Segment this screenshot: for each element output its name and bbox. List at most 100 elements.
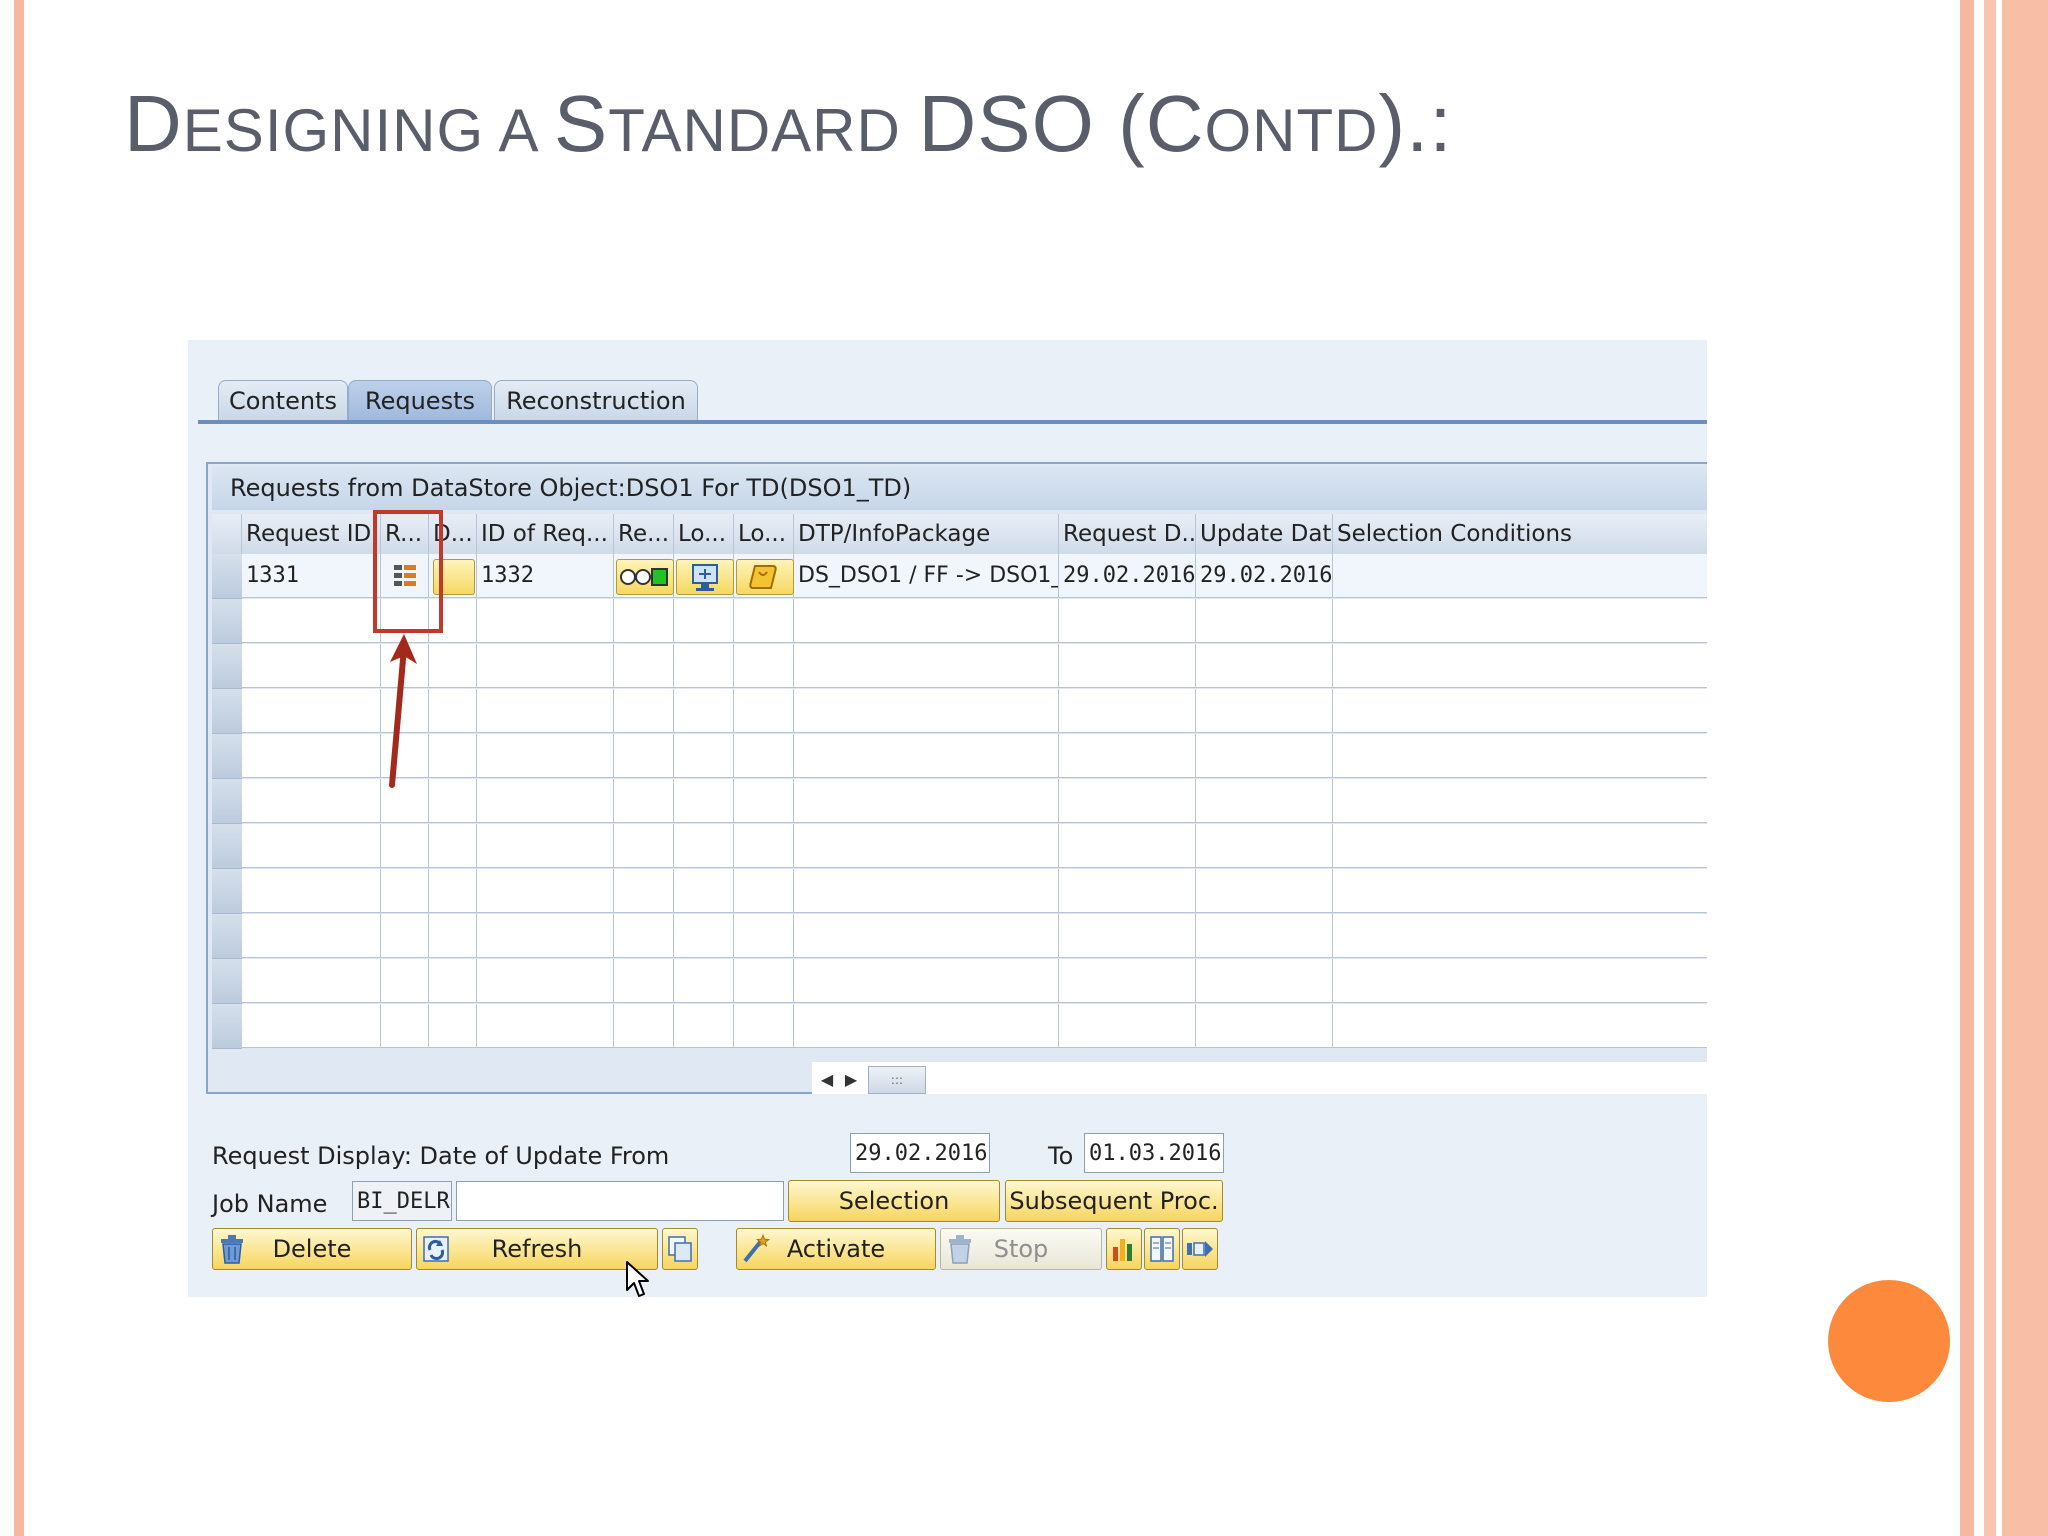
forward-button[interactable] bbox=[1182, 1228, 1218, 1270]
row-selector[interactable] bbox=[212, 689, 242, 734]
table-cell bbox=[614, 914, 674, 958]
table-cell bbox=[1333, 554, 1707, 598]
table-cell bbox=[477, 1004, 614, 1048]
table-cell bbox=[614, 689, 674, 733]
monitor-icon[interactable] bbox=[676, 559, 734, 595]
table-cell bbox=[429, 869, 477, 913]
table-row[interactable] bbox=[212, 1004, 1707, 1049]
activate-button[interactable]: Activate bbox=[736, 1228, 936, 1270]
scroll-left-icon[interactable]: ◀ bbox=[816, 1068, 838, 1090]
table-cell bbox=[1196, 914, 1333, 958]
tab-requests[interactable]: Requests bbox=[348, 380, 492, 421]
table-cell bbox=[429, 689, 477, 733]
table-cell bbox=[1333, 869, 1707, 913]
table-cell bbox=[1333, 689, 1707, 733]
scroll-right-icon[interactable]: ▶ bbox=[840, 1068, 862, 1090]
table-cell bbox=[794, 734, 1059, 778]
table-cell bbox=[1196, 869, 1333, 913]
table-cell bbox=[242, 869, 381, 913]
table-cell bbox=[242, 824, 381, 868]
table-row[interactable] bbox=[212, 779, 1707, 824]
column-header-update-date[interactable]: Update Date bbox=[1196, 514, 1333, 554]
table-cell bbox=[674, 644, 734, 688]
table-cell bbox=[477, 959, 614, 1003]
table-cell bbox=[734, 869, 794, 913]
annotation-arrow-icon bbox=[389, 634, 417, 788]
refresh-button[interactable]: Refresh bbox=[416, 1228, 658, 1270]
job-name-input[interactable] bbox=[456, 1181, 784, 1221]
stop-button[interactable]: Stop bbox=[940, 1228, 1102, 1270]
selection-button[interactable]: Selection bbox=[788, 1180, 1000, 1222]
table-cell bbox=[794, 599, 1059, 643]
horizontal-scrollbar[interactable]: ◀ ▶ ::: bbox=[812, 1062, 1707, 1094]
row-selector[interactable] bbox=[212, 779, 242, 824]
table-cell bbox=[1333, 959, 1707, 1003]
table-cell bbox=[429, 1004, 477, 1048]
left-border-stripe bbox=[14, 0, 24, 1536]
row-selector[interactable] bbox=[212, 599, 242, 644]
table-cell bbox=[477, 644, 614, 688]
refresh-icon bbox=[423, 1236, 449, 1262]
column-header-dtp[interactable]: DTP/InfoPackage bbox=[794, 514, 1059, 554]
subsequent-proc-button[interactable]: Subsequent Proc. bbox=[1005, 1180, 1223, 1222]
job-name-label: Job Name bbox=[212, 1190, 328, 1218]
table-cell bbox=[794, 1004, 1059, 1048]
column-header-selector bbox=[212, 514, 242, 554]
right-border-stripe-2 bbox=[1984, 0, 2048, 1536]
row-selector[interactable] bbox=[212, 959, 242, 1004]
table-cell bbox=[1196, 644, 1333, 688]
log-scroll-icon[interactable] bbox=[736, 559, 794, 595]
column-header-id-of-req[interactable]: ID of Req... bbox=[477, 514, 614, 554]
table-cell bbox=[734, 914, 794, 958]
column-header-lo-2[interactable]: Lo... bbox=[734, 514, 794, 554]
right-border-stripe bbox=[1960, 0, 1974, 1536]
slide-title: DESIGNING A STANDARD DSO (CONTD).: bbox=[124, 79, 1453, 168]
table-row[interactable] bbox=[212, 824, 1707, 869]
details-button[interactable] bbox=[1144, 1228, 1180, 1270]
table-cell: DS_DSO1 / FF -> DSO1_... bbox=[794, 554, 1059, 598]
table-cell bbox=[429, 734, 477, 778]
table-cell bbox=[477, 869, 614, 913]
table-cell bbox=[1333, 1004, 1707, 1048]
traffic-light-icon[interactable] bbox=[616, 559, 674, 595]
date-to-field[interactable]: 01.03.2016 bbox=[1084, 1133, 1224, 1173]
column-header-request-id[interactable]: Request ID bbox=[242, 514, 381, 554]
table-cell bbox=[674, 824, 734, 868]
delete-button[interactable]: Delete bbox=[212, 1228, 412, 1270]
table-cell bbox=[242, 734, 381, 778]
to-label: To bbox=[1048, 1142, 1074, 1170]
row-selector[interactable] bbox=[212, 824, 242, 869]
row-selector[interactable] bbox=[212, 554, 242, 599]
column-header-lo-1[interactable]: Lo... bbox=[674, 514, 734, 554]
column-header-selection-conditions[interactable]: Selection Conditions bbox=[1333, 514, 1707, 554]
table-cell bbox=[429, 644, 477, 688]
chart-button[interactable] bbox=[1106, 1228, 1142, 1270]
column-header-re[interactable]: Re... bbox=[614, 514, 674, 554]
table-row[interactable] bbox=[212, 869, 1707, 914]
table-cell bbox=[674, 599, 734, 643]
copy-button[interactable] bbox=[662, 1228, 698, 1270]
row-selector[interactable] bbox=[212, 734, 242, 779]
tab-contents[interactable]: Contents bbox=[218, 380, 348, 421]
table-cell bbox=[734, 689, 794, 733]
row-selector[interactable] bbox=[212, 1004, 242, 1049]
table-cell bbox=[1333, 779, 1707, 823]
table-cell bbox=[242, 644, 381, 688]
row-selector[interactable] bbox=[212, 869, 242, 914]
table-row[interactable] bbox=[212, 644, 1707, 689]
table-cell bbox=[1333, 914, 1707, 958]
table-row[interactable] bbox=[212, 734, 1707, 779]
row-selector[interactable] bbox=[212, 914, 242, 959]
table-row[interactable] bbox=[212, 914, 1707, 959]
date-from-field[interactable]: 29.02.2016 bbox=[850, 1133, 990, 1173]
tab-reconstruction[interactable]: Reconstruction bbox=[494, 380, 698, 421]
table-cell bbox=[381, 824, 429, 868]
scrollbar-thumb[interactable]: ::: bbox=[868, 1066, 926, 1094]
table-row[interactable] bbox=[212, 689, 1707, 734]
table-cell bbox=[1059, 959, 1196, 1003]
column-header-request-date[interactable]: Request D... bbox=[1059, 514, 1196, 554]
table-row[interactable] bbox=[212, 959, 1707, 1004]
table-cell bbox=[794, 959, 1059, 1003]
row-selector[interactable] bbox=[212, 644, 242, 689]
table-cell bbox=[734, 779, 794, 823]
